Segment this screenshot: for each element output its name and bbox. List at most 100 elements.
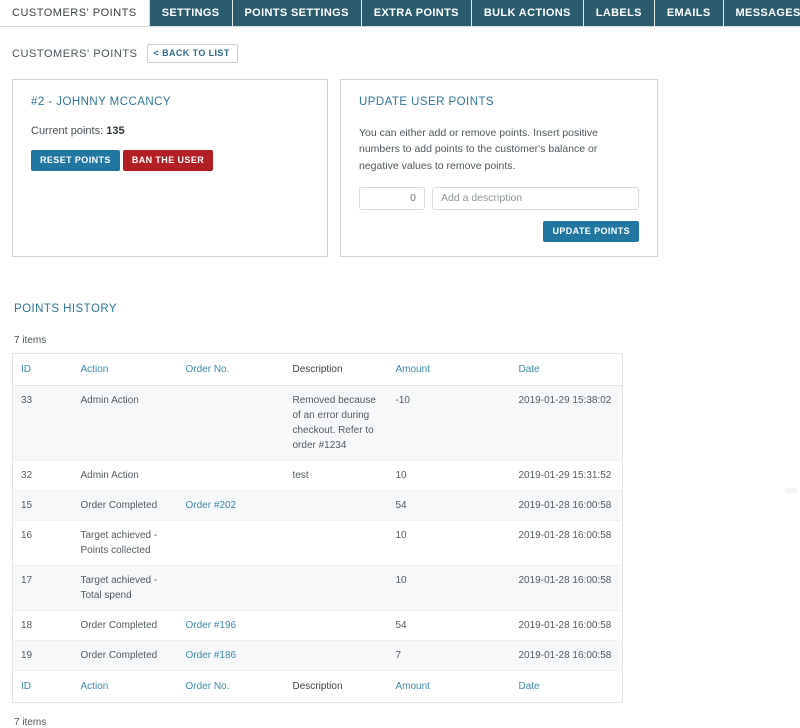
column-header-action[interactable]: Action [72,353,178,386]
cell-date: 2019-01-28 16:00:58 [510,565,623,611]
cell-order-no: Order #202 [177,490,285,521]
cell-date: 2019-01-28 16:00:58 [510,490,623,521]
items-count-bottom: 7 items [14,716,47,728]
tab-settings[interactable]: SETTINGS [149,0,233,26]
cell-description [284,565,388,611]
cell-action: Target achieved - Total spend [72,565,178,611]
column-footer-order-no[interactable]: Order No. [177,669,285,703]
cell-amount: 10 [387,520,511,566]
cell-date: 2019-01-28 16:00:58 [510,520,623,566]
cell-id: 15 [12,490,73,521]
tab-labels[interactable]: LABELS [583,0,655,26]
table-row: 33 Admin Action Removed because of an erro… [12,385,623,461]
column-header-amount[interactable]: Amount [387,353,511,386]
cell-action: Admin Action [72,460,178,491]
column-footer-id[interactable]: ID [12,669,73,703]
cell-action: Admin Action [72,385,178,461]
table-row: 18 Order Completed Order #196 54 2019-01-28 … [12,610,623,641]
column-footer-amount[interactable]: Amount [387,669,511,703]
table-row: 19 Order Completed Order #186 7 2019-01-28 1… [12,640,623,671]
cell-description [284,520,388,566]
update-card-description: You can either add or remove points. Ins… [359,127,598,172]
points-amount-input[interactable] [359,186,425,210]
order-link[interactable]: Order #196 [186,620,237,631]
ban-the-user-button[interactable]: BAN THE USER [122,150,214,171]
column-footer-description: Description [284,669,388,703]
user-card-actions: RESET POINTS BAN THE USER [31,150,309,171]
cell-amount: 7 [387,640,511,671]
cell-id: 16 [12,520,73,566]
points-history-title: POINTS HISTORY [14,302,118,315]
column-footer-date[interactable]: Date [510,669,623,703]
current-points: Current points: 135 [31,125,309,137]
cell-order-no: Order #186 [177,640,285,671]
cell-id: 19 [12,640,73,671]
scrollbar-artifact [785,488,797,493]
table-row: 15 Order Completed Order #202 54 2019-01-28 … [12,490,623,521]
column-header-id[interactable]: ID [12,353,73,386]
update-points-card: UPDATE USER POINTS You can either add or… [340,79,658,257]
points-description-input[interactable] [432,186,639,210]
cell-amount: -10 [387,385,511,461]
cell-description [284,490,388,521]
tab-extra-points[interactable]: EXTRA POINTS [361,0,472,26]
cell-date: 2019-01-28 16:00:58 [510,610,623,641]
cell-order-no [177,460,285,491]
update-inputs-row [359,186,639,210]
cell-description: Removed because of an error during check… [284,385,388,461]
user-summary-card: #2 - JOHNNY MCCANCY Current points: 135 … [12,79,328,257]
cell-description [284,610,388,641]
cell-action: Order Completed [72,640,178,671]
cell-id: 18 [12,610,73,641]
cell-action: Target achieved - Points collected [72,520,178,566]
cell-amount: 10 [387,460,511,491]
tab-points-settings[interactable]: POINTS SETTINGS [232,0,362,26]
table-row: 17 Target achieved - Total spend 10 2019-01… [12,565,623,611]
column-footer-action[interactable]: Action [72,669,178,703]
reset-points-button[interactable]: RESET POINTS [31,150,120,171]
tab-messages[interactable]: MESSAGES [723,0,800,26]
user-card-title: #2 - JOHNNY MCCANCY [31,96,171,108]
update-card-title: UPDATE USER POINTS [359,96,495,108]
column-header-date[interactable]: Date [510,353,623,386]
items-count-top: 7 items [14,334,47,346]
cell-order-no [177,565,285,611]
cell-id: 33 [12,385,73,461]
cell-date: 2019-01-29 15:31:52 [510,460,623,491]
table-footer: ID Action Order No. Description Amount Date [12,669,623,703]
tab-bulk-actions[interactable]: BULK ACTIONS [471,0,584,26]
main-tab-bar: CUSTOMERS' POINTS SETTINGS POINTS SETTINGS… [0,0,800,27]
cell-action: Order Completed [72,490,178,521]
column-header-description: Description [284,353,388,386]
current-points-value: 135 [106,125,125,137]
back-to-list-button[interactable]: < BACK TO LIST [146,44,238,63]
table-row: 32 Admin Action test 10 2019-01-29 15:31:52 [12,460,623,491]
cell-description [284,640,388,671]
card-row: #2 - JOHNNY MCCANCY Current points: 135 … [0,67,800,257]
update-points-button[interactable]: UPDATE POINTS [543,220,639,242]
order-link[interactable]: Order #186 [186,650,237,661]
cell-id: 32 [12,460,73,491]
tab-list: CUSTOMERS' POINTS SETTINGS POINTS SETTINGS… [0,0,800,26]
cell-description: test [284,460,388,491]
page-title: CUSTOMERS' POINTS [12,47,138,60]
cell-amount: 10 [387,565,511,611]
table-body: 33 Admin Action Removed because of an erro… [12,385,623,671]
order-link[interactable]: Order #202 [186,500,237,511]
cell-date: 2019-01-29 15:38:02 [510,385,623,461]
tab-customers-points[interactable]: CUSTOMERS' POINTS [0,0,150,26]
tab-emails[interactable]: EMAILS [654,0,724,26]
table-header-row: ID Action Order No. Description Amount Date [12,353,623,386]
breadcrumb: CUSTOMERS' POINTS < BACK TO LIST [0,27,800,67]
cell-date: 2019-01-28 16:00:58 [510,640,623,671]
cell-amount: 54 [387,490,511,521]
table-footer-row: ID Action Order No. Description Amount Date [12,669,623,703]
cell-order-no [177,385,285,461]
cell-order-no [177,520,285,566]
cell-action: Order Completed [72,610,178,641]
points-history-section: POINTS HISTORY 7 items ID Action Order No.… [0,303,800,728]
update-button-row: UPDATE POINTS [359,220,639,242]
cell-id: 17 [12,565,73,611]
column-header-order-no[interactable]: Order No. [177,353,285,386]
table-header: ID Action Order No. Description Amount Date [12,353,623,386]
